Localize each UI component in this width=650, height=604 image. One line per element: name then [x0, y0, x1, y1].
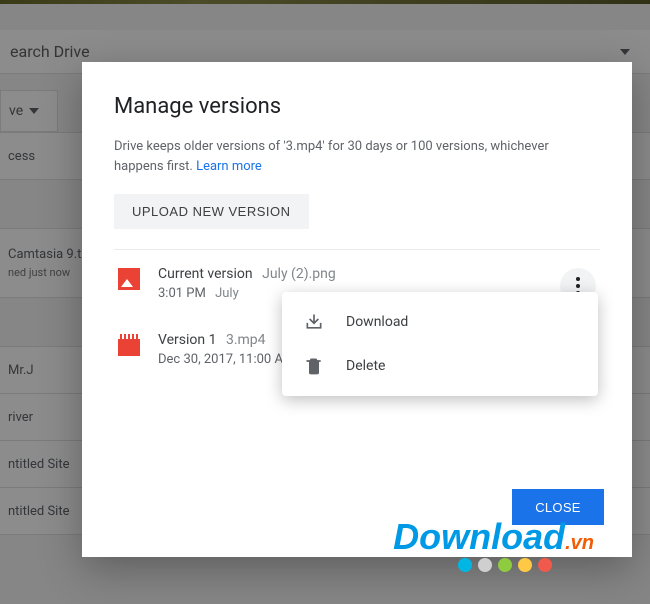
version-context-menu: Download Delete: [282, 292, 598, 396]
trash-icon: [304, 356, 324, 376]
divider: [114, 249, 600, 250]
learn-more-link[interactable]: Learn more: [196, 159, 262, 174]
version-title-line: Current version July (2).png: [158, 266, 542, 282]
menu-download[interactable]: Download: [282, 300, 598, 344]
menu-delete-label: Delete: [346, 358, 385, 374]
download-icon: [304, 312, 324, 332]
upload-new-version-button[interactable]: UPLOAD NEW VERSION: [114, 194, 309, 229]
menu-download-label: Download: [346, 314, 408, 330]
image-file-icon: [118, 268, 140, 290]
menu-delete[interactable]: Delete: [282, 344, 598, 388]
dialog-description: Drive keeps older versions of '3.mp4' fo…: [114, 137, 600, 176]
close-button[interactable]: CLOSE: [512, 489, 604, 525]
dialog-title: Manage versions: [114, 94, 600, 119]
video-file-icon: [118, 334, 140, 356]
